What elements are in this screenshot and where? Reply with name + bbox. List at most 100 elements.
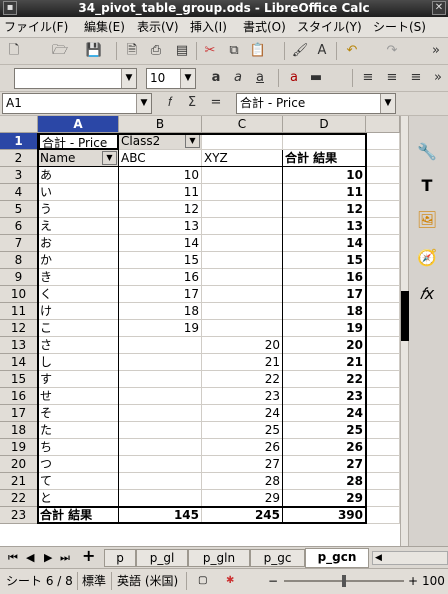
cell-d6[interactable]: 13 [283, 218, 366, 235]
cell-b10[interactable]: 17 [119, 286, 202, 303]
cell-a6[interactable]: え [38, 218, 119, 235]
cell-d17[interactable]: 24 [283, 405, 366, 422]
cell-b3[interactable]: 10 [119, 167, 202, 184]
cell-c19[interactable]: 26 [202, 439, 283, 456]
cell-d21[interactable]: 28 [283, 473, 366, 490]
menu-view[interactable]: 表示(V) [137, 19, 179, 36]
close-window-icon[interactable]: ✕ [432, 1, 446, 15]
filter-dropdown-icon[interactable]: ▼ [185, 134, 200, 148]
cell-b18[interactable] [119, 422, 202, 439]
row-header[interactable]: 20 [0, 456, 38, 473]
chevron-down-icon[interactable]: ▼ [380, 94, 395, 113]
zoom-slider-thumb[interactable] [342, 575, 346, 587]
cell-c6[interactable] [202, 218, 283, 235]
sheet-tab-p-gcn[interactable]: p_gcn [305, 548, 369, 568]
cell-b20[interactable] [119, 456, 202, 473]
cell-d15[interactable]: 22 [283, 371, 366, 388]
function-wizard-icon[interactable]: 𝑓 [160, 93, 180, 113]
chevron-down-icon[interactable]: ▼ [180, 69, 195, 88]
cell-a22[interactable]: と [38, 490, 119, 507]
row-header[interactable]: 17 [0, 405, 38, 422]
cell-d13[interactable]: 20 [283, 337, 366, 354]
export-pdf-icon[interactable]: 🗎 [122, 41, 142, 61]
cell-b7[interactable]: 14 [119, 235, 202, 252]
toolbar-overflow-icon[interactable]: » [426, 41, 446, 61]
cell-b15[interactable] [119, 371, 202, 388]
menu-format[interactable]: 書式(O) [243, 19, 286, 36]
cell-b13[interactable] [119, 337, 202, 354]
column-header-c[interactable]: C [202, 116, 283, 133]
cell-e16[interactable] [366, 388, 400, 405]
cell-c7[interactable] [202, 235, 283, 252]
highlight-color-icon[interactable]: ▬ [306, 68, 326, 88]
row-header[interactable]: 6 [0, 218, 38, 235]
menu-file[interactable]: ファイル(F) [4, 19, 68, 36]
cell-b4[interactable]: 11 [119, 184, 202, 201]
cell-e14[interactable] [366, 354, 400, 371]
cell-e20[interactable] [366, 456, 400, 473]
cell-a17[interactable]: そ [38, 405, 119, 422]
styles-icon[interactable]: T [415, 174, 439, 198]
cell-a9[interactable]: き [38, 269, 119, 286]
spreadsheet-grid[interactable]: A B C D 1 合計 - Price Class2 ▼ 2 Name ▼ ABC XYZ 合計… [0, 116, 400, 546]
cell-c1[interactable] [202, 133, 283, 150]
print-icon[interactable]: ⎙ [146, 41, 166, 61]
align-left-icon[interactable]: ≡ [358, 68, 378, 88]
add-sheet-icon[interactable]: + [82, 548, 95, 564]
menu-sheet[interactable]: シート(S) [373, 19, 426, 36]
chevron-down-icon[interactable]: ▼ [136, 94, 151, 113]
cell-e17[interactable] [366, 405, 400, 422]
cell-e5[interactable] [366, 201, 400, 218]
cell-e4[interactable] [366, 184, 400, 201]
row-header[interactable]: 18 [0, 422, 38, 439]
properties-icon[interactable]: 🔧 [415, 140, 439, 164]
new-document-icon[interactable]: 🗋 [4, 41, 24, 61]
cell-d1[interactable] [283, 133, 366, 150]
cell-e21[interactable] [366, 473, 400, 490]
cell-d20[interactable]: 27 [283, 456, 366, 473]
row-header[interactable]: 21 [0, 473, 38, 490]
active-cell-a1[interactable]: 合計 - Price [38, 133, 119, 150]
cell-e11[interactable] [366, 303, 400, 320]
print-preview-icon[interactable]: ▤ [172, 41, 192, 61]
cell-d7[interactable]: 14 [283, 235, 366, 252]
language[interactable]: 英語 (米国) [117, 573, 178, 589]
cell-d9[interactable]: 16 [283, 269, 366, 286]
cell-d12[interactable]: 19 [283, 320, 366, 337]
cell-a19[interactable]: ち [38, 439, 119, 456]
cell-c4[interactable] [202, 184, 283, 201]
cell-b12[interactable]: 19 [119, 320, 202, 337]
cell-d23[interactable]: 390 [283, 507, 366, 524]
cell-c10[interactable] [202, 286, 283, 303]
cell-c12[interactable] [202, 320, 283, 337]
row-header[interactable]: 4 [0, 184, 38, 201]
row-header[interactable]: 15 [0, 371, 38, 388]
row-header[interactable]: 12 [0, 320, 38, 337]
cell-b5[interactable]: 12 [119, 201, 202, 218]
cell-b21[interactable] [119, 473, 202, 490]
clear-formatting-icon[interactable]: A [312, 41, 332, 61]
cell-a3[interactable]: あ [38, 167, 119, 184]
sum-icon[interactable]: Σ [182, 93, 202, 113]
row-header[interactable]: 3 [0, 167, 38, 184]
name-box[interactable]: A1 ▼ [2, 93, 152, 114]
cell-d18[interactable]: 25 [283, 422, 366, 439]
cell-c13[interactable]: 20 [202, 337, 283, 354]
row-header[interactable]: 16 [0, 388, 38, 405]
align-right-icon[interactable]: ≡ [406, 68, 426, 88]
cell-a14[interactable]: し [38, 354, 119, 371]
paste-icon[interactable]: 📋 [248, 41, 268, 61]
column-header-d[interactable]: D [283, 116, 366, 133]
cell-e7[interactable] [366, 235, 400, 252]
cell-d2[interactable]: 合計 結果 [283, 150, 366, 167]
cell-d3[interactable]: 10 [283, 167, 366, 184]
cell-c15[interactable]: 22 [202, 371, 283, 388]
row-header[interactable]: 7 [0, 235, 38, 252]
cell-b11[interactable]: 18 [119, 303, 202, 320]
cell-e6[interactable] [366, 218, 400, 235]
row-header[interactable]: 14 [0, 354, 38, 371]
functions-icon[interactable]: 𝑓x [415, 282, 439, 306]
cell-c18[interactable]: 25 [202, 422, 283, 439]
cell-e15[interactable] [366, 371, 400, 388]
navigator-icon[interactable]: 🧭 [415, 246, 439, 270]
